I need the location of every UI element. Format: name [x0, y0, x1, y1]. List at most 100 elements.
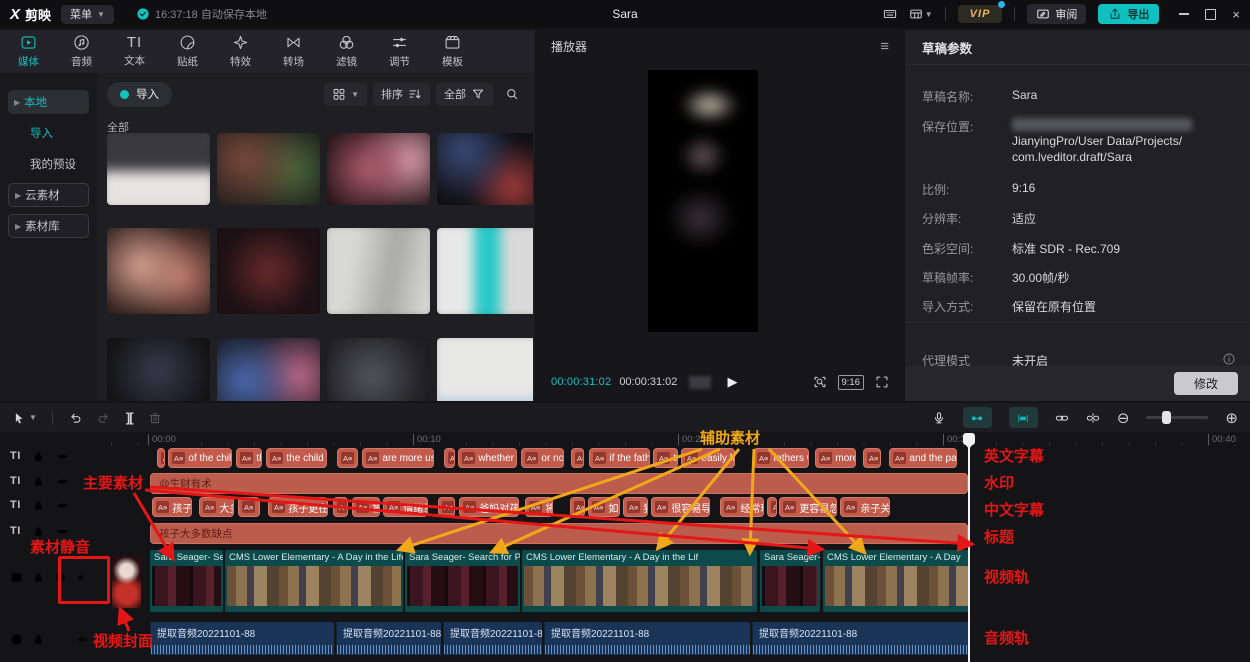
video-preview[interactable]	[648, 70, 758, 332]
media-icon[interactable]	[10, 571, 23, 587]
player-menu-icon[interactable]: ≡	[880, 38, 889, 55]
text-track-icon[interactable]: TI	[10, 475, 21, 487]
import-button[interactable]: 导入	[107, 82, 172, 107]
menu-button[interactable]: 菜单 ▼	[61, 5, 114, 24]
delete-button[interactable]	[148, 411, 162, 425]
media-thumbnail[interactable]	[107, 338, 210, 401]
maximize-button[interactable]	[1205, 9, 1216, 20]
english-subtitle-segment[interactable]: A≡ if the fath	[589, 448, 650, 468]
audio-clip[interactable]: 提取音频20221101-88	[443, 622, 542, 655]
ratio-badge[interactable]: 9:16	[838, 375, 865, 390]
halfeye-icon[interactable]	[54, 571, 67, 587]
english-subtitle-segment[interactable]: A≡ whether t	[458, 448, 517, 468]
undo-button[interactable]	[68, 411, 82, 425]
media-thumbnail[interactable]	[217, 338, 320, 401]
tab-audio[interactable]: 音频	[55, 30, 108, 73]
auto-snap-toggle[interactable]	[1009, 407, 1038, 428]
chinese-subtitle-segment[interactable]: A≡	[767, 497, 777, 517]
media-thumbnail[interactable]	[327, 133, 430, 205]
zoom-out-button[interactable]: ⊖	[1117, 409, 1130, 427]
english-subtitle-segment[interactable]: A≡ or not	[521, 448, 564, 468]
chinese-subtitle-segment[interactable]: A≡ 孩子	[152, 497, 192, 517]
english-subtitle-segment[interactable]: A≡ easily lea	[681, 448, 735, 468]
muted-speaker-icon[interactable]	[76, 571, 89, 587]
media-thumbnail[interactable]	[107, 133, 210, 205]
play-button[interactable]: ▶	[727, 374, 737, 390]
english-subtitle-segment[interactable]: A≡ and the pa	[889, 448, 957, 468]
english-subtitle-segment[interactable]: A≡ v	[863, 448, 881, 468]
tab-template[interactable]: 模板	[426, 30, 479, 73]
lock-icon[interactable]	[32, 633, 45, 649]
audio-icon[interactable]	[10, 633, 23, 649]
minimize-button[interactable]	[1179, 13, 1189, 15]
chinese-subtitle-segment[interactable]: A≡ 更容易忽视和忽	[779, 497, 837, 517]
lock-icon[interactable]	[32, 571, 45, 587]
filter-button[interactable]: 全部	[436, 83, 493, 106]
text-track-icon[interactable]: TI	[10, 450, 21, 462]
english-subtitle-segment[interactable]: A≡ 2	[337, 448, 358, 468]
chinese-subtitle-segment[interactable]: A≡ 大多	[199, 497, 234, 517]
redo-button[interactable]	[97, 411, 111, 425]
zoom-in-button[interactable]: ⊕	[1225, 409, 1238, 427]
link-preview-button[interactable]	[1055, 411, 1069, 425]
shortcut-keys-icon[interactable]	[883, 7, 897, 21]
zoom-slider-handle[interactable]	[1162, 411, 1171, 424]
audio-clip[interactable]: 提取音频20221101-88	[150, 622, 334, 655]
chinese-subtitle-segment[interactable]: A≡ 爸妈对孩子	[459, 497, 519, 517]
chinese-subtitle-segment[interactable]: A≡	[438, 497, 455, 517]
snapshot-icon[interactable]	[813, 375, 827, 389]
english-subtitle-segment[interactable]: A≡	[571, 448, 584, 468]
main-track-magnet-toggle[interactable]	[963, 407, 992, 428]
media-thumbnail[interactable]	[327, 228, 430, 314]
layout-switch-button[interactable]: ▼	[909, 7, 933, 21]
media-thumbnail[interactable]	[107, 228, 210, 314]
video-clip[interactable]: CMS Lower Elementary - A Day in the Lif	[522, 550, 757, 612]
eye-icon[interactable]	[56, 475, 69, 491]
sidebar-item-0[interactable]: ▶本地	[8, 90, 89, 114]
video-clip[interactable]: CMS Lower Elementary - A Day in the Life	[225, 550, 403, 612]
timeline-playhead[interactable]	[968, 433, 970, 662]
lock-icon[interactable]	[32, 450, 45, 466]
chinese-subtitle-segment[interactable]: A≡	[570, 497, 585, 517]
video-clip[interactable]: Sara Seager- Sear	[150, 550, 223, 612]
lock-icon[interactable]	[32, 475, 45, 491]
lock-icon[interactable]	[32, 525, 45, 541]
chinese-subtitle-segment[interactable]: A≡ 将影	[525, 497, 553, 517]
english-subtitle-segment[interactable]: A≡	[444, 448, 455, 468]
media-thumbnail[interactable]	[327, 338, 430, 401]
chinese-subtitle-segment[interactable]: A≡ 犹豫	[623, 497, 648, 517]
record-mic-button[interactable]	[932, 411, 946, 425]
close-button[interactable]: ×	[1232, 7, 1240, 22]
audio-clip[interactable]: 提取音频20221101-88	[544, 622, 750, 655]
timeline-ruler[interactable]: 00:0000:1000:2000:3000:40	[100, 433, 1250, 447]
english-subtitle-segment[interactable]: A≡ more l	[815, 448, 856, 468]
audio-clip[interactable]: 提取音频20221101-88	[336, 622, 441, 655]
timeline-zoom-slider[interactable]	[1146, 416, 1208, 419]
chinese-subtitle-segment[interactable]: A≡ 被	[352, 497, 380, 517]
media-thumbnail[interactable]	[217, 133, 320, 205]
eye-icon[interactable]	[56, 499, 69, 515]
unlink-button[interactable]	[1086, 411, 1100, 425]
english-subtitle-segment[interactable]: A≡ the child	[266, 448, 327, 468]
search-icon[interactable]	[499, 87, 525, 101]
text-track-icon[interactable]: TI	[10, 525, 21, 537]
lock-icon[interactable]	[32, 499, 45, 515]
speaker-icon[interactable]	[76, 633, 89, 649]
export-button[interactable]: 导出	[1098, 4, 1159, 24]
english-subtitle-segment[interactable]: A≡ fathers w	[753, 448, 809, 468]
chinese-subtitle-segment[interactable]: A≡ 孩子更在意	[268, 497, 328, 517]
video-cover-thumbnail[interactable]	[112, 556, 141, 608]
english-subtitle-segment[interactable]: A≡ th	[236, 448, 262, 468]
media-thumbnail[interactable]	[437, 338, 533, 401]
tab-filter[interactable]: 滤镜	[320, 30, 373, 73]
sidebar-item-4[interactable]: ▶素材库	[8, 214, 89, 238]
watermark-text-bar[interactable]: @生财有术	[150, 473, 968, 494]
select-tool-button[interactable]: ▼	[12, 411, 37, 425]
view-mode-button[interactable]: ▼	[324, 83, 367, 106]
chinese-subtitle-segment[interactable]: A≡ 情绪掌控	[383, 497, 428, 517]
chinese-subtitle-segment[interactable]: A≡ 经常玩手	[720, 497, 764, 517]
info-icon[interactable]	[1222, 352, 1236, 366]
tab-adjust[interactable]: 调节	[373, 30, 426, 73]
sidebar-item-2[interactable]: 我的预设	[8, 152, 89, 176]
english-subtitle-segment[interactable]: A≡	[157, 448, 165, 468]
